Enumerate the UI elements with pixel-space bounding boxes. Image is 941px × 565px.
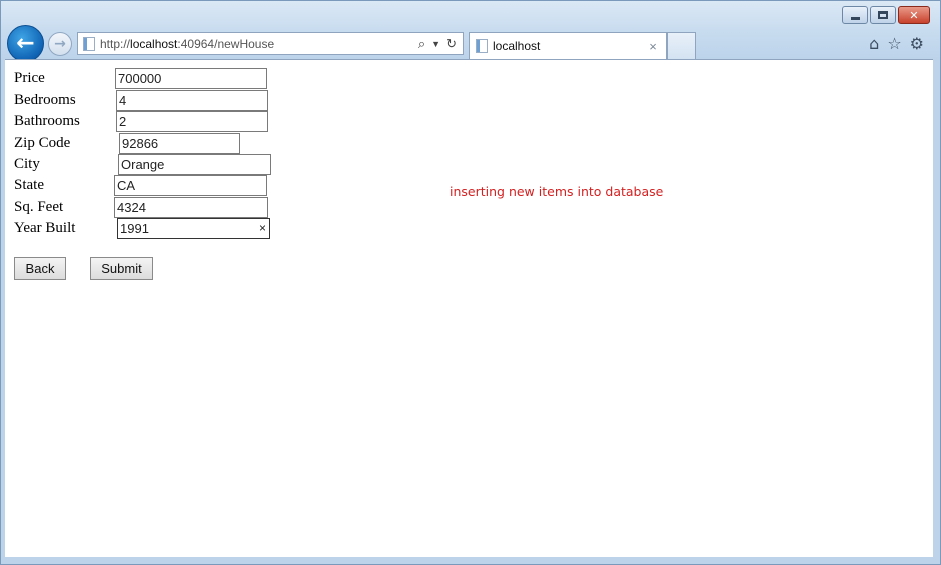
url-host: localhost xyxy=(130,36,178,51)
submit-button[interactable]: Submit xyxy=(90,257,153,280)
status-message: inserting new items into database xyxy=(450,184,664,199)
price-label: Price xyxy=(14,70,45,86)
browser-window: ✕ ← → http://localhost:40964/newHouse ⌕ … xyxy=(0,0,941,565)
bedrooms-label: Bedrooms xyxy=(14,92,76,108)
new-tab-button[interactable] xyxy=(667,32,696,59)
tab-localhost[interactable]: localhost × xyxy=(469,32,667,59)
page-content: Price 700000 Bedrooms 4 Bathrooms 2 Zip … xyxy=(5,59,933,557)
clear-icon[interactable]: × xyxy=(259,219,266,238)
address-tools: ⌕ ▼ ↻ xyxy=(418,36,463,52)
state-input[interactable]: CA xyxy=(114,175,267,196)
minimize-button[interactable] xyxy=(842,6,868,24)
dropdown-icon[interactable]: ▼ xyxy=(431,39,440,49)
url-prefix: http:// xyxy=(100,36,131,51)
search-icon[interactable]: ⌕ xyxy=(418,36,425,52)
address-bar[interactable]: http://localhost:40964/newHouse ⌕ ▼ ↻ xyxy=(77,32,464,55)
year-built-value: 1991 xyxy=(120,221,149,236)
gear-icon[interactable]: ⚙ xyxy=(910,34,924,53)
page-icon xyxy=(83,36,95,51)
forward-arrow-icon: → xyxy=(54,36,66,52)
tab-page-icon xyxy=(476,39,488,53)
price-input[interactable]: 700000 xyxy=(115,68,267,89)
bathrooms-input[interactable]: 2 xyxy=(116,111,268,132)
maximize-button[interactable] xyxy=(870,6,896,24)
back-arrow-icon: ← xyxy=(16,31,35,56)
close-window-button[interactable]: ✕ xyxy=(898,6,930,24)
refresh-icon[interactable]: ↻ xyxy=(446,36,457,52)
browser-tools: ⌂ ☆ ⚙ xyxy=(869,34,924,53)
state-label: State xyxy=(14,177,44,193)
close-icon: ✕ xyxy=(909,8,919,22)
zip-code-input[interactable]: 92866 xyxy=(119,133,240,154)
window-controls: ✕ xyxy=(842,6,930,24)
home-icon[interactable]: ⌂ xyxy=(869,34,879,53)
url-path: :40964/newHouse xyxy=(177,36,275,51)
sq-feet-label: Sq. Feet xyxy=(14,199,64,215)
bathrooms-label: Bathrooms xyxy=(14,113,80,129)
city-input[interactable]: Orange xyxy=(118,154,271,175)
back-page-button[interactable]: Back xyxy=(14,257,66,280)
sq-feet-input[interactable]: 4324 xyxy=(114,197,268,218)
back-button[interactable]: ← xyxy=(7,25,44,62)
bedrooms-input[interactable]: 4 xyxy=(116,90,268,111)
tab-close-button[interactable]: × xyxy=(644,39,662,54)
year-built-input[interactable]: 1991 × xyxy=(117,218,270,239)
star-icon[interactable]: ☆ xyxy=(887,34,901,53)
tab-title: localhost xyxy=(493,39,541,53)
forward-button[interactable]: → xyxy=(48,32,72,56)
year-built-label: Year Built xyxy=(14,220,76,236)
zip-code-label: Zip Code xyxy=(14,135,71,151)
url-text[interactable]: http://localhost:40964/newHouse xyxy=(100,37,418,51)
city-label: City xyxy=(14,156,40,172)
